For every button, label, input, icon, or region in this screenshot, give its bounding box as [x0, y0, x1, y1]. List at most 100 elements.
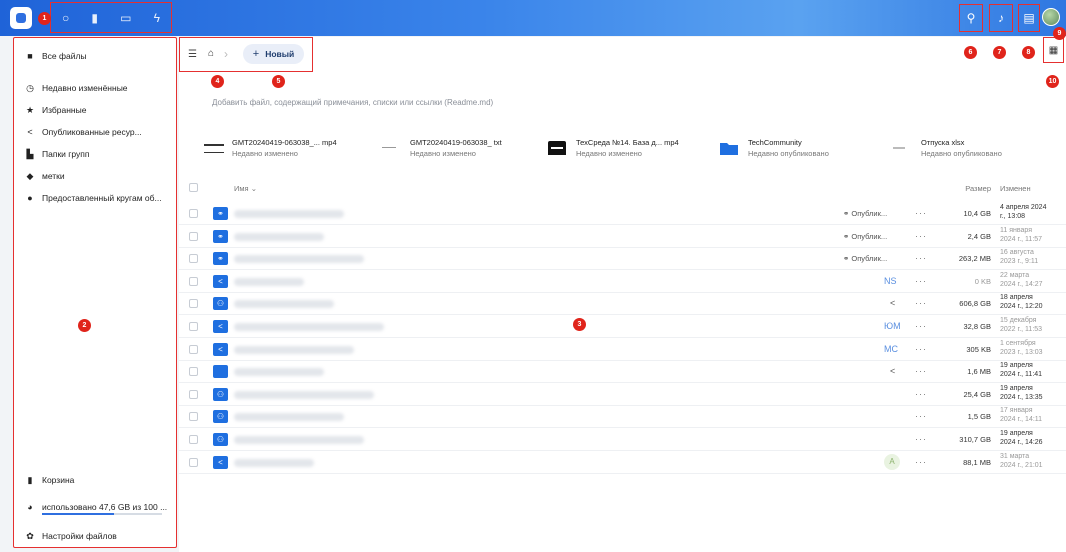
- sidebar-item-tags[interactable]: ◆ метки: [24, 169, 65, 183]
- sidebar-item-trash[interactable]: ▮ Корзина: [24, 473, 75, 487]
- file-name-redacted[interactable]: [234, 436, 364, 444]
- sidebar-item-label: Все файлы: [42, 51, 87, 61]
- share-link-status[interactable]: ⚭ Опублик...: [843, 209, 887, 218]
- row-checkbox[interactable]: [189, 367, 198, 377]
- recent-subtitle: Недавно изменено: [576, 149, 642, 158]
- modified-date: 19 апреля 2024 г., 13:35: [1000, 384, 1043, 401]
- recent-file-5[interactable]: Отпуска xlsx Недавно опубликовано: [893, 136, 1002, 160]
- sidebar-quota[interactable]: ◕ использовано 47,6 GB из 100 ...: [24, 500, 167, 514]
- recent-file-2[interactable]: GMT20240419-063038_ txt Недавно изменено: [382, 136, 502, 160]
- table-row[interactable]: < МС ··· 305 KB 1 сентября 2023 г., 13:03: [179, 339, 1066, 361]
- file-name-redacted[interactable]: [234, 390, 374, 399]
- row-checkbox[interactable]: [189, 435, 198, 444]
- more-actions-icon[interactable]: ···: [915, 321, 927, 331]
- row-checkbox[interactable]: [189, 322, 198, 331]
- row-checkbox[interactable]: [189, 457, 198, 467]
- table-row[interactable]: ⚇ ··· 25,4 GB 19 апреля 2024 г., 13:35: [179, 384, 1066, 406]
- shared-with-initials[interactable]: ЮМ: [884, 321, 901, 331]
- file-name-redacted[interactable]: [234, 413, 344, 422]
- recent-subtitle: Недавно опубликовано: [921, 149, 1002, 158]
- table-row[interactable]: ⚭ ⚭ Опублик... ··· 10,4 GB 4 апреля 2024 г., …: [179, 203, 1066, 225]
- table-row[interactable]: ⚭ ⚭ Опублик... ··· 2,4 GB 11 января 2024 г., …: [179, 226, 1066, 248]
- readme-hint[interactable]: Добавить файл, содержащий примечания, сп…: [212, 98, 493, 107]
- file-name-redacted[interactable]: [234, 345, 354, 354]
- table-row[interactable]: ⚭ ⚭ Опублик... ··· 263,2 MB 16 августа 2023 г…: [179, 248, 1066, 271]
- more-actions-icon[interactable]: ···: [915, 389, 927, 399]
- sidebar-item-group-folders[interactable]: ▙ Папки групп: [24, 147, 90, 161]
- sidebar-item-settings[interactable]: ✿ Настройки файлов: [24, 529, 117, 543]
- sidebar-item-favorites[interactable]: ★ Избранные: [24, 103, 87, 117]
- row-checkbox[interactable]: [189, 344, 198, 354]
- gear-icon: ✿: [26, 530, 34, 541]
- more-actions-icon[interactable]: ···: [915, 253, 927, 263]
- file-size: 2,4 GB: [967, 231, 991, 241]
- share-link-status[interactable]: ⚭ Опублик...: [843, 232, 887, 241]
- more-actions-icon[interactable]: ···: [915, 457, 927, 467]
- select-all-checkbox[interactable]: [189, 183, 198, 192]
- more-actions-icon[interactable]: ···: [915, 344, 927, 354]
- sidebar-item-circles[interactable]: ● Предоставленный кругам об...: [24, 191, 161, 205]
- more-actions-icon[interactable]: ···: [915, 366, 927, 376]
- column-size-header[interactable]: Размер: [941, 184, 991, 193]
- shared-with-avatar[interactable]: A: [884, 453, 900, 470]
- share-icon: <: [27, 127, 33, 137]
- contacts-icon[interactable]: ▤: [1017, 6, 1041, 30]
- file-name-redacted[interactable]: [234, 300, 334, 309]
- recent-file-1[interactable]: GMT20240419-063038_... mp4 Недавно измене…: [204, 136, 337, 160]
- grid-view-icon[interactable]: ▦: [1043, 37, 1064, 63]
- recent-folder-4[interactable]: TechCommunity Недавно опубликовано: [720, 136, 829, 160]
- row-checkbox[interactable]: [189, 412, 198, 422]
- row-checkbox[interactable]: [189, 389, 198, 399]
- row-checkbox[interactable]: [189, 276, 198, 286]
- more-actions-icon[interactable]: ···: [915, 411, 927, 421]
- files-app-icon[interactable]: ▮: [91, 11, 98, 25]
- breadcrumb: ☰ ⌂ › + Новый: [179, 37, 313, 72]
- more-actions-icon[interactable]: ···: [915, 231, 927, 241]
- sidebar-item-recent[interactable]: ◷ Недавно изменённые: [24, 81, 127, 95]
- shared-with-initials[interactable]: NS: [884, 276, 897, 286]
- group-folder-icon: ⚇: [213, 387, 228, 401]
- recent-file-3[interactable]: ТехСреда №14. База д... mp4 Недавно измен…: [548, 136, 679, 160]
- file-name-redacted[interactable]: [234, 210, 344, 218]
- file-name-redacted[interactable]: [234, 255, 364, 264]
- more-actions-icon[interactable]: ···: [915, 434, 927, 444]
- table-row[interactable]: < ··· 1,6 MB 19 апреля 2024 г., 11:41: [179, 361, 1066, 384]
- more-actions-icon[interactable]: ···: [915, 208, 927, 218]
- file-name-redacted[interactable]: [234, 323, 384, 331]
- new-button[interactable]: + Новый: [243, 44, 304, 64]
- share-link-status[interactable]: ⚭ Опублик...: [843, 254, 887, 263]
- more-actions-icon[interactable]: ···: [915, 298, 927, 308]
- file-name-redacted[interactable]: [234, 277, 304, 286]
- table-row[interactable]: ⚇ ··· 1,5 GB 17 января 2024 г., 14:11: [179, 406, 1066, 429]
- table-row[interactable]: < ЮМ ··· 32,8 GB 15 декабря 2022 г., 11:53: [179, 316, 1066, 338]
- table-row[interactable]: ⚇ ··· 310,7 GB 19 апреля 2024 г., 14:26: [179, 429, 1066, 451]
- photos-app-icon[interactable]: ▭: [120, 11, 131, 25]
- table-header: Имя ⌄ Размер Изменен: [179, 179, 1066, 197]
- app-logo[interactable]: [10, 7, 32, 29]
- sidebar-item-all-files[interactable]: ■ Все файлы: [24, 49, 87, 63]
- avatar[interactable]: [1042, 8, 1060, 26]
- file-name-redacted[interactable]: [234, 368, 324, 377]
- home-icon[interactable]: ⌂: [208, 48, 214, 59]
- table-row[interactable]: < A ··· 88,1 MB 31 марта 2024 г., 21:01: [179, 452, 1066, 474]
- sidebar-item-shares[interactable]: < Опубликованные ресур...: [24, 125, 141, 139]
- activity-app-icon[interactable]: ϟ: [154, 11, 160, 25]
- more-actions-icon[interactable]: ···: [915, 276, 927, 286]
- row-checkbox[interactable]: [189, 299, 198, 309]
- bell-icon[interactable]: ♪: [989, 6, 1013, 30]
- row-checkbox[interactable]: [189, 254, 198, 264]
- search-icon[interactable]: ⚲: [959, 6, 983, 30]
- toggle-sidebar-icon[interactable]: ☰: [188, 49, 197, 60]
- file-name-redacted[interactable]: [234, 458, 314, 467]
- shared-with-initials[interactable]: МС: [884, 344, 898, 354]
- column-name-header[interactable]: Имя ⌄: [234, 184, 257, 193]
- row-checkbox[interactable]: [189, 231, 198, 241]
- column-modified-header[interactable]: Изменен: [1000, 184, 1031, 193]
- row-checkbox[interactable]: [189, 209, 198, 218]
- share-icon[interactable]: <: [890, 366, 895, 376]
- table-row[interactable]: < NS ··· 0 KB 22 марта 2024 г., 14:27: [179, 271, 1066, 293]
- file-name-redacted[interactable]: [234, 232, 324, 241]
- share-icon[interactable]: <: [890, 298, 895, 308]
- table-row[interactable]: ⚇ < ··· 606,8 GB 18 апреля 2024 г., 12:20: [179, 293, 1066, 316]
- dashboard-app-icon[interactable]: ○: [62, 11, 69, 25]
